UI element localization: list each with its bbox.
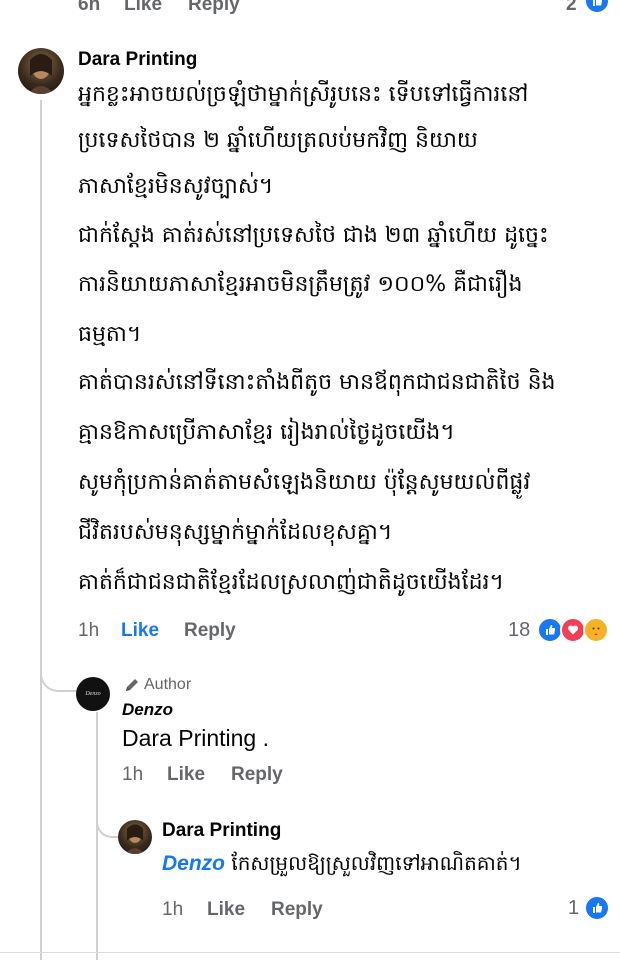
comment-line: សូមកុំប្រកាន់គាត់តាមសំឡេងនិយាយ ប៉ុន្តែសូ… — [78, 470, 531, 495]
top-reply-button[interactable]: Reply — [188, 0, 240, 16]
comment-reply-button[interactable]: Reply — [184, 620, 236, 642]
reply1-author[interactable]: Denzo — [122, 700, 173, 720]
portrait-icon — [125, 824, 145, 854]
top-reaction-count: 2 — [566, 0, 577, 15]
thread-line-curve — [40, 640, 76, 692]
reply2-like-reaction-icon — [584, 895, 610, 921]
avatar-denzo-text: Denzo — [85, 691, 101, 697]
reply2-reply-button[interactable]: Reply — [271, 899, 323, 921]
bottom-divider — [0, 952, 620, 953]
comment-line: ការនិយាយភាសាខ្មែរអាចមិនត្រឹមត្រូវ ១០០% គ… — [78, 272, 523, 297]
comment-line: ភាសាខ្មែរមិនសូវច្បាស់។ — [78, 174, 274, 199]
comment-line: គាត់ក៏ជាជនជាតិខ្មែរដែលស្រលាញ់ជាតិដូចយើងដ… — [78, 570, 505, 595]
reply2-time: 1h — [162, 899, 184, 920]
comment-line: ជាក់ស្តែង គាត់រស់នៅប្រទេសថៃ ជាង ២៣ ឆ្នាំ… — [78, 223, 549, 248]
thread-line-main — [40, 100, 42, 960]
author-badge-label: Author — [144, 676, 192, 693]
avatar-denzo[interactable]: Denzo — [76, 677, 110, 711]
thread-line-reply1 — [96, 712, 98, 960]
top-like-reaction-icon — [584, 0, 610, 14]
comment-line: ជីវិតរបស់មនុស្សម្នាក់ម្នាក់ដែលខុសគ្នា។ — [78, 520, 393, 545]
thread-line-reply2-curve — [96, 790, 120, 838]
pencil-icon — [126, 679, 138, 691]
comment-time: 1h — [78, 620, 100, 641]
reply2-text: កែសម្រួលឱ្យស្រួលវិញទៅអាណិតគាត់។ — [225, 851, 522, 875]
reply2-mention[interactable]: Denzo — [162, 852, 225, 875]
comment-like-button[interactable]: Like — [121, 620, 159, 642]
avatar-dara-printing-reply[interactable] — [118, 820, 152, 854]
comment-line: ប្រទេសថៃបាន ២ ឆ្នាំហើយត្រលប់មកវិញ និយាយ — [78, 128, 478, 153]
reply2-reaction-count: 1 — [568, 897, 580, 919]
comment-line: គាត់បានរស់នៅទីនោះតាំងពីតូច មានឪពុកជាជនជា… — [78, 370, 556, 395]
reply2-body: Denzo កែសម្រួលឱ្យស្រួលវិញទៅអាណិតគាត់។ — [162, 850, 522, 880]
comment-line: អ្នកខ្លះអាចយល់ច្រឡំថាម្នាក់ស្រីរូបនេះ ទើ… — [78, 82, 529, 107]
comment-line: ធម្មតា។ — [78, 322, 142, 347]
reply1-time: 1h — [122, 764, 144, 785]
comment-line: គ្មានឱកាសប្រើភាសាខ្មែរ រៀងរាល់ថ្ងៃដូចយើង… — [78, 420, 455, 445]
reply1-like-button[interactable]: Like — [167, 764, 205, 786]
reply1-reply-button[interactable]: Reply — [231, 764, 283, 786]
comment-author[interactable]: Dara Printing — [78, 49, 197, 71]
top-like-button[interactable]: Like — [124, 0, 162, 16]
comment-reaction-count: 18 — [508, 619, 531, 641]
reply1-text: Dara Printing . — [122, 725, 270, 751]
reply2-author[interactable]: Dara Printing — [162, 820, 281, 842]
top-time: 6h — [78, 0, 101, 15]
portrait-icon — [28, 54, 54, 94]
author-badge: Author — [124, 676, 191, 694]
reply2-like-button[interactable]: Like — [207, 899, 245, 921]
care-reaction-icon — [583, 617, 609, 643]
avatar-dara-printing[interactable] — [18, 48, 64, 94]
